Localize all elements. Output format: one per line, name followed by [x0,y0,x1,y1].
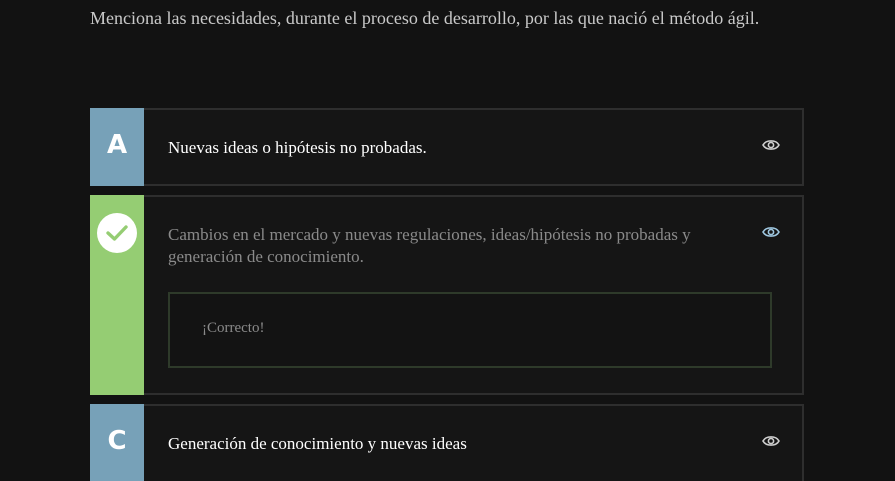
check-icon [97,213,137,253]
option-text: Nuevas ideas o hipótesis no probadas. [168,138,427,157]
eye-icon[interactable] [762,138,780,152]
option-status-tab [90,195,144,395]
eye-icon[interactable] [762,225,780,239]
question-text: Menciona las necesidades, durante el pro… [90,8,760,28]
feedback-text: ¡Correcto! [202,320,265,336]
answer-option-c[interactable]: C Generación de conocimiento y nuevas id… [90,404,804,481]
eye-icon[interactable] [762,434,780,448]
option-text: Generación de conocimiento y nuevas idea… [168,434,467,453]
option-letter-tab: C [90,404,144,481]
answer-option-b[interactable]: Cambios en el mercado y nuevas regulacio… [90,195,804,395]
feedback-box: ¡Correcto! [168,292,772,368]
option-letter: A [106,130,128,160]
answer-option-a[interactable]: A Nuevas ideas o hipótesis no probadas. [90,108,804,186]
option-letter-tab: A [90,108,144,186]
option-letter: C [107,426,127,456]
option-text: Cambios en el mercado y nuevas regulacio… [168,225,691,266]
